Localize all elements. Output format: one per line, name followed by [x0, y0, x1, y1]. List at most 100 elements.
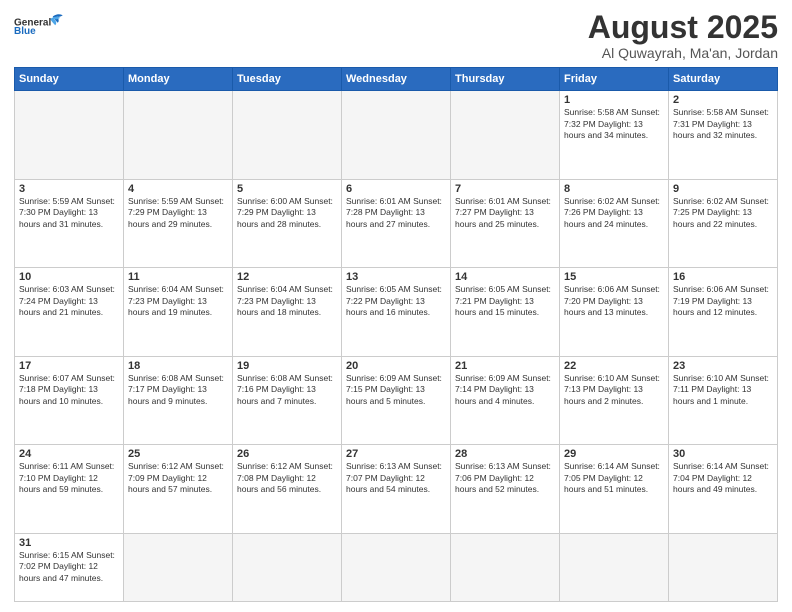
calendar-week-1: 1Sunrise: 5:58 AM Sunset: 7:32 PM Daylig…	[15, 91, 778, 180]
header: General Blue August 2025 Al Quwayrah, Ma…	[14, 10, 778, 61]
logo: General Blue	[14, 10, 64, 38]
calendar-cell	[451, 91, 560, 180]
weekday-header-sunday: Sunday	[15, 68, 124, 91]
calendar-cell	[233, 533, 342, 601]
day-number: 12	[237, 271, 337, 283]
calendar-week-5: 24Sunrise: 6:11 AM Sunset: 7:10 PM Dayli…	[15, 445, 778, 534]
day-number: 2	[673, 94, 773, 106]
calendar-cell	[342, 91, 451, 180]
day-info: Sunrise: 6:09 AM Sunset: 7:14 PM Dayligh…	[455, 373, 555, 407]
calendar-cell	[15, 91, 124, 180]
day-info: Sunrise: 5:59 AM Sunset: 7:30 PM Dayligh…	[19, 196, 119, 230]
day-info: Sunrise: 6:04 AM Sunset: 7:23 PM Dayligh…	[237, 284, 337, 318]
day-number: 27	[346, 448, 446, 460]
day-info: Sunrise: 6:01 AM Sunset: 7:28 PM Dayligh…	[346, 196, 446, 230]
page: General Blue August 2025 Al Quwayrah, Ma…	[0, 0, 792, 612]
calendar-cell: 18Sunrise: 6:08 AM Sunset: 7:17 PM Dayli…	[124, 356, 233, 445]
day-number: 1	[564, 94, 664, 106]
day-info: Sunrise: 5:58 AM Sunset: 7:32 PM Dayligh…	[564, 107, 664, 141]
day-number: 21	[455, 360, 555, 372]
day-info: Sunrise: 6:12 AM Sunset: 7:08 PM Dayligh…	[237, 461, 337, 495]
day-number: 3	[19, 183, 119, 195]
calendar-cell: 5Sunrise: 6:00 AM Sunset: 7:29 PM Daylig…	[233, 179, 342, 268]
calendar-cell	[124, 533, 233, 601]
day-info: Sunrise: 6:12 AM Sunset: 7:09 PM Dayligh…	[128, 461, 228, 495]
title-block: August 2025 Al Quwayrah, Ma'an, Jordan	[588, 10, 778, 61]
weekday-header-tuesday: Tuesday	[233, 68, 342, 91]
calendar-cell: 19Sunrise: 6:08 AM Sunset: 7:16 PM Dayli…	[233, 356, 342, 445]
svg-text:Blue: Blue	[14, 26, 36, 37]
calendar-cell: 25Sunrise: 6:12 AM Sunset: 7:09 PM Dayli…	[124, 445, 233, 534]
calendar-cell: 2Sunrise: 5:58 AM Sunset: 7:31 PM Daylig…	[669, 91, 778, 180]
day-number: 13	[346, 271, 446, 283]
day-info: Sunrise: 6:14 AM Sunset: 7:04 PM Dayligh…	[673, 461, 773, 495]
day-info: Sunrise: 6:08 AM Sunset: 7:17 PM Dayligh…	[128, 373, 228, 407]
day-number: 29	[564, 448, 664, 460]
main-title: August 2025	[588, 10, 778, 45]
day-number: 24	[19, 448, 119, 460]
day-number: 23	[673, 360, 773, 372]
calendar-cell: 21Sunrise: 6:09 AM Sunset: 7:14 PM Dayli…	[451, 356, 560, 445]
calendar-cell: 8Sunrise: 6:02 AM Sunset: 7:26 PM Daylig…	[560, 179, 669, 268]
day-number: 6	[346, 183, 446, 195]
calendar-cell: 15Sunrise: 6:06 AM Sunset: 7:20 PM Dayli…	[560, 268, 669, 357]
logo-icon: General Blue	[14, 10, 64, 38]
day-info: Sunrise: 6:00 AM Sunset: 7:29 PM Dayligh…	[237, 196, 337, 230]
day-info: Sunrise: 6:14 AM Sunset: 7:05 PM Dayligh…	[564, 461, 664, 495]
day-number: 17	[19, 360, 119, 372]
calendar-week-2: 3Sunrise: 5:59 AM Sunset: 7:30 PM Daylig…	[15, 179, 778, 268]
day-info: Sunrise: 6:05 AM Sunset: 7:21 PM Dayligh…	[455, 284, 555, 318]
calendar-cell: 24Sunrise: 6:11 AM Sunset: 7:10 PM Dayli…	[15, 445, 124, 534]
day-number: 25	[128, 448, 228, 460]
day-number: 16	[673, 271, 773, 283]
calendar-cell: 7Sunrise: 6:01 AM Sunset: 7:27 PM Daylig…	[451, 179, 560, 268]
day-number: 5	[237, 183, 337, 195]
day-number: 31	[19, 537, 119, 549]
calendar-cell: 16Sunrise: 6:06 AM Sunset: 7:19 PM Dayli…	[669, 268, 778, 357]
day-number: 18	[128, 360, 228, 372]
calendar-week-3: 10Sunrise: 6:03 AM Sunset: 7:24 PM Dayli…	[15, 268, 778, 357]
calendar-cell: 31Sunrise: 6:15 AM Sunset: 7:02 PM Dayli…	[15, 533, 124, 601]
day-info: Sunrise: 6:15 AM Sunset: 7:02 PM Dayligh…	[19, 550, 119, 584]
day-info: Sunrise: 5:58 AM Sunset: 7:31 PM Dayligh…	[673, 107, 773, 141]
day-number: 7	[455, 183, 555, 195]
day-info: Sunrise: 6:02 AM Sunset: 7:25 PM Dayligh…	[673, 196, 773, 230]
calendar-cell	[451, 533, 560, 601]
calendar-cell: 13Sunrise: 6:05 AM Sunset: 7:22 PM Dayli…	[342, 268, 451, 357]
day-info: Sunrise: 5:59 AM Sunset: 7:29 PM Dayligh…	[128, 196, 228, 230]
weekday-header-saturday: Saturday	[669, 68, 778, 91]
calendar-cell: 28Sunrise: 6:13 AM Sunset: 7:06 PM Dayli…	[451, 445, 560, 534]
calendar-cell	[124, 91, 233, 180]
day-number: 4	[128, 183, 228, 195]
day-info: Sunrise: 6:11 AM Sunset: 7:10 PM Dayligh…	[19, 461, 119, 495]
weekday-header-wednesday: Wednesday	[342, 68, 451, 91]
day-info: Sunrise: 6:13 AM Sunset: 7:06 PM Dayligh…	[455, 461, 555, 495]
calendar-cell: 1Sunrise: 5:58 AM Sunset: 7:32 PM Daylig…	[560, 91, 669, 180]
day-number: 20	[346, 360, 446, 372]
day-info: Sunrise: 6:02 AM Sunset: 7:26 PM Dayligh…	[564, 196, 664, 230]
weekday-header-monday: Monday	[124, 68, 233, 91]
day-number: 10	[19, 271, 119, 283]
day-number: 15	[564, 271, 664, 283]
calendar-cell: 17Sunrise: 6:07 AM Sunset: 7:18 PM Dayli…	[15, 356, 124, 445]
day-number: 28	[455, 448, 555, 460]
calendar-cell: 9Sunrise: 6:02 AM Sunset: 7:25 PM Daylig…	[669, 179, 778, 268]
calendar-cell: 20Sunrise: 6:09 AM Sunset: 7:15 PM Dayli…	[342, 356, 451, 445]
day-info: Sunrise: 6:08 AM Sunset: 7:16 PM Dayligh…	[237, 373, 337, 407]
day-info: Sunrise: 6:03 AM Sunset: 7:24 PM Dayligh…	[19, 284, 119, 318]
calendar-cell: 4Sunrise: 5:59 AM Sunset: 7:29 PM Daylig…	[124, 179, 233, 268]
day-number: 19	[237, 360, 337, 372]
calendar-cell: 23Sunrise: 6:10 AM Sunset: 7:11 PM Dayli…	[669, 356, 778, 445]
calendar-cell: 11Sunrise: 6:04 AM Sunset: 7:23 PM Dayli…	[124, 268, 233, 357]
day-number: 14	[455, 271, 555, 283]
calendar-cell	[233, 91, 342, 180]
calendar-cell: 10Sunrise: 6:03 AM Sunset: 7:24 PM Dayli…	[15, 268, 124, 357]
day-number: 22	[564, 360, 664, 372]
calendar-cell	[560, 533, 669, 601]
calendar-cell: 14Sunrise: 6:05 AM Sunset: 7:21 PM Dayli…	[451, 268, 560, 357]
weekday-header-row: SundayMondayTuesdayWednesdayThursdayFrid…	[15, 68, 778, 91]
day-number: 9	[673, 183, 773, 195]
calendar-cell: 30Sunrise: 6:14 AM Sunset: 7:04 PM Dayli…	[669, 445, 778, 534]
day-info: Sunrise: 6:06 AM Sunset: 7:20 PM Dayligh…	[564, 284, 664, 318]
day-number: 11	[128, 271, 228, 283]
